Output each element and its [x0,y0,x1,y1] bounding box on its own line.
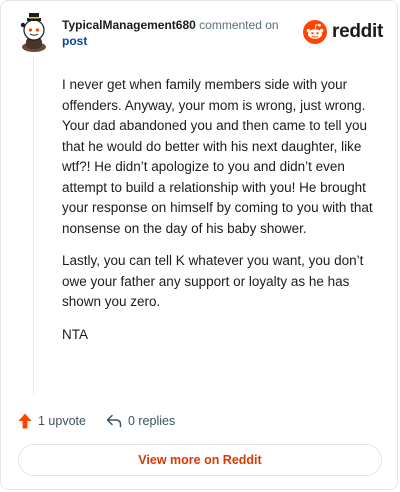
avatar[interactable] [18,13,50,53]
commented-on-text: commented on [199,18,279,32]
comment-paragraph: Lastly, you can tell K whatever you want… [62,253,364,309]
replies-button[interactable]: 0 replies [106,413,175,429]
comment-body: I never get when family members side wit… [62,75,378,357]
thread-line [33,57,34,395]
upvote-button[interactable]: 1 upvote [18,413,86,429]
upvote-count: 1 upvote [38,414,86,428]
comment-paragraph: I never get when family members side wit… [62,77,373,236]
reddit-logo[interactable]: reddit [303,19,383,45]
reddit-snoo-icon [303,20,328,44]
upvote-arrow-icon [18,413,32,429]
reply-arrow-icon [106,414,122,428]
replies-count: 0 replies [127,414,176,428]
reddit-comment-embed: TypicalManagement680 commented on post r… [0,0,398,490]
snoo-avatar-icon [20,13,46,52]
comment-paragraph: NTA [62,326,88,342]
comment-header: TypicalManagement680 commented on post r… [18,13,383,57]
comment-meta: TypicalManagement680 commented on post [62,17,302,49]
comment-actions: 1 upvote 0 replies [18,411,175,431]
username[interactable]: TypicalManagement680 [62,18,196,32]
reddit-wordmark: reddit [332,21,383,42]
post-link[interactable]: post [62,33,302,49]
view-more-button[interactable]: View more on Reddit [18,444,382,476]
